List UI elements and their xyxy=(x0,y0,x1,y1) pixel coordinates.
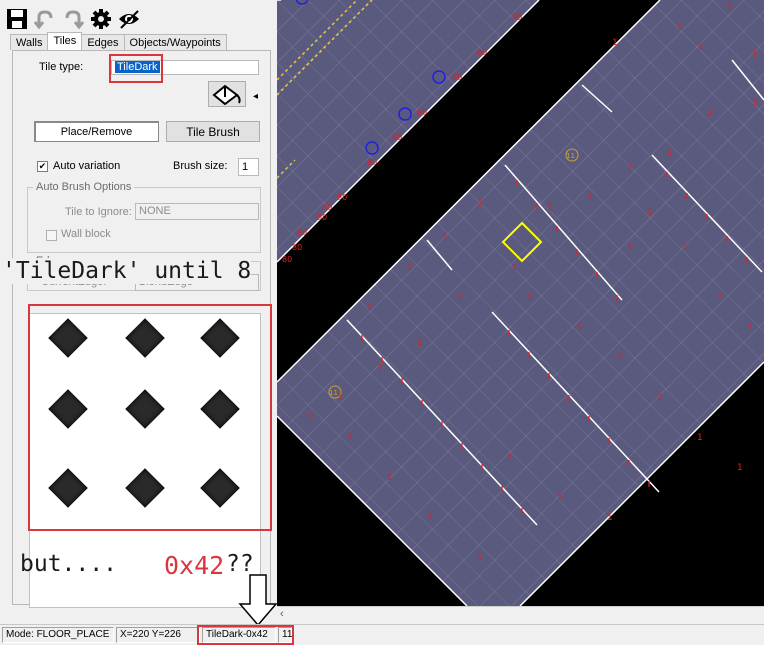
map-marker-label: 1 xyxy=(377,363,383,373)
map-marker-label: 1 xyxy=(667,148,673,158)
map-marker-label: 1 xyxy=(627,163,633,173)
map-marker-label: 1 xyxy=(657,393,663,403)
annotation-box-status xyxy=(197,625,294,645)
save-icon xyxy=(7,9,27,29)
brush-size-field[interactable]: 1 xyxy=(238,158,259,176)
tab-edges[interactable]: Edges xyxy=(81,34,125,50)
paint-bucket-icon xyxy=(212,84,241,105)
map-view[interactable]: 8080808080808080808080801111 111111111111… xyxy=(277,0,764,606)
map-marker-label: 1 xyxy=(747,323,753,333)
map-marker-label: 1 xyxy=(682,243,688,253)
map-marker-label: 80 xyxy=(452,73,462,82)
map-marker-label: 1 xyxy=(527,293,533,303)
gear-icon xyxy=(91,9,111,29)
map-marker-label: 1 xyxy=(577,323,583,333)
tab-objects-waypoints[interactable]: Objects/Waypoints xyxy=(123,34,227,50)
panel-edge-arrow: ◂ xyxy=(253,91,259,102)
map-marker-label: 1 xyxy=(752,98,758,108)
auto-variation-label: Auto variation xyxy=(53,160,121,172)
tab-walls[interactable]: Walls xyxy=(10,34,49,50)
map-marker-label: 11 xyxy=(329,389,338,397)
map-marker-label: 1 xyxy=(457,293,463,303)
eye-icon xyxy=(119,10,139,29)
map-marker-label: 80 xyxy=(392,133,402,142)
annotation-but: but.... xyxy=(20,551,117,577)
map-marker-label: 80 xyxy=(337,193,347,202)
map-marker-label: 1 xyxy=(707,108,713,118)
map-marker-label: 80 xyxy=(297,228,307,237)
status-coordinates: X=220 Y=226 xyxy=(116,627,200,643)
map-marker-label: 1 xyxy=(387,473,393,483)
map-marker-label: 1 xyxy=(507,453,513,463)
map-marker-label: 1 xyxy=(587,193,593,203)
map-marker-label: 1 xyxy=(647,208,653,218)
settings-button[interactable] xyxy=(88,6,114,32)
map-marker-label: 80 xyxy=(477,48,487,57)
status-bar: Mode: FLOOR_PLACE X=220 Y=226 TileDark-0… xyxy=(0,624,764,645)
toolbar xyxy=(4,6,142,32)
tile-to-ignore-field[interactable]: NONE xyxy=(135,203,259,220)
wall-block-label: Wall block xyxy=(61,228,111,240)
map-marker-label: 1 xyxy=(417,338,423,348)
map-marker-label: 80 xyxy=(367,158,377,167)
map-marker-label: 1 xyxy=(477,553,483,563)
horizontal-scrollbar[interactable]: ‹ xyxy=(277,606,764,624)
annotation-box-preview xyxy=(28,304,272,531)
map-marker-label: 1 xyxy=(367,303,373,313)
map-marker-label: 1 xyxy=(627,243,633,253)
map-marker-label: 1 xyxy=(407,263,413,273)
map-marker-label: 1 xyxy=(547,203,553,213)
map-canvas[interactable]: 80 80 80 80 80 80 80 80 80 80 80 80 1 1 1 1 1 1 1 1 1 1 1 1 1 1 1 1… xyxy=(277,0,764,606)
map-marker-label: 80 xyxy=(282,255,292,264)
visibility-button[interactable] xyxy=(116,6,142,32)
map-marker-label: 1 xyxy=(727,3,733,13)
annotation-hex-value: 0x42 xyxy=(164,551,225,580)
map-marker-label: 1 xyxy=(617,353,623,363)
map-marker-label: 1 xyxy=(427,513,433,523)
map-marker-label: 1 xyxy=(612,38,618,48)
auto-variation-checkbox[interactable]: ✔ xyxy=(37,161,48,172)
map-marker-label: 1 xyxy=(512,263,518,273)
annotation-arrow-down-icon xyxy=(238,574,278,626)
tab-bar: Walls Tiles Edges Objects/Waypoints xyxy=(10,32,227,51)
annotation-tiledark-until: 'TileDark' until 8 xyxy=(2,258,252,284)
map-marker-label: 80 xyxy=(322,203,332,212)
undo-button[interactable] xyxy=(32,6,58,32)
tile-picker-button[interactable] xyxy=(208,81,246,107)
map-marker-label: 80 xyxy=(317,213,327,222)
map-marker-label: 1 xyxy=(717,293,723,303)
map-marker-label: 1 xyxy=(557,493,563,503)
map-marker-label: 1 xyxy=(752,48,758,58)
tile-to-ignore-label: Tile to Ignore: xyxy=(65,206,132,218)
scroll-left-arrow-icon[interactable]: ‹ xyxy=(280,608,284,620)
map-marker-label: 1 xyxy=(737,463,743,473)
redo-button[interactable] xyxy=(60,6,86,32)
wall-block-checkbox[interactable] xyxy=(46,230,57,241)
place-remove-button[interactable]: Place/Remove xyxy=(34,121,159,142)
auto-brush-options-title: Auto Brush Options xyxy=(33,181,135,193)
undo-icon xyxy=(34,10,53,30)
map-marker-label: 1 xyxy=(347,433,353,443)
tool-panel: Walls Tiles Edges Objects/Waypoints Tile… xyxy=(0,0,277,608)
map-marker-label: 1 xyxy=(677,23,683,33)
map-marker-label: 1 xyxy=(442,233,448,243)
tile-brush-button[interactable]: Tile Brush xyxy=(166,121,260,142)
tab-tiles[interactable]: Tiles xyxy=(47,32,83,50)
map-marker-label: 11 xyxy=(566,152,575,160)
tile-type-label: Tile type: xyxy=(39,61,84,73)
save-button[interactable] xyxy=(4,6,30,32)
map-marker-label: 1 xyxy=(697,43,703,53)
map-marker-label: 1 xyxy=(477,198,483,208)
map-marker-label: 80 xyxy=(512,13,522,22)
auto-brush-options-group xyxy=(27,187,261,253)
map-marker-label: 80 xyxy=(292,243,302,252)
annotation-box-tile-type xyxy=(109,54,163,83)
map-marker-label: 1 xyxy=(607,513,613,523)
redo-icon xyxy=(65,10,84,30)
map-marker-label: 1 xyxy=(697,433,703,443)
status-mode: Mode: FLOOR_PLACE xyxy=(2,627,114,643)
map-marker-label: 1 xyxy=(307,413,313,423)
brush-size-label: Brush size: xyxy=(173,160,228,172)
map-marker-label: 80 xyxy=(417,108,427,117)
